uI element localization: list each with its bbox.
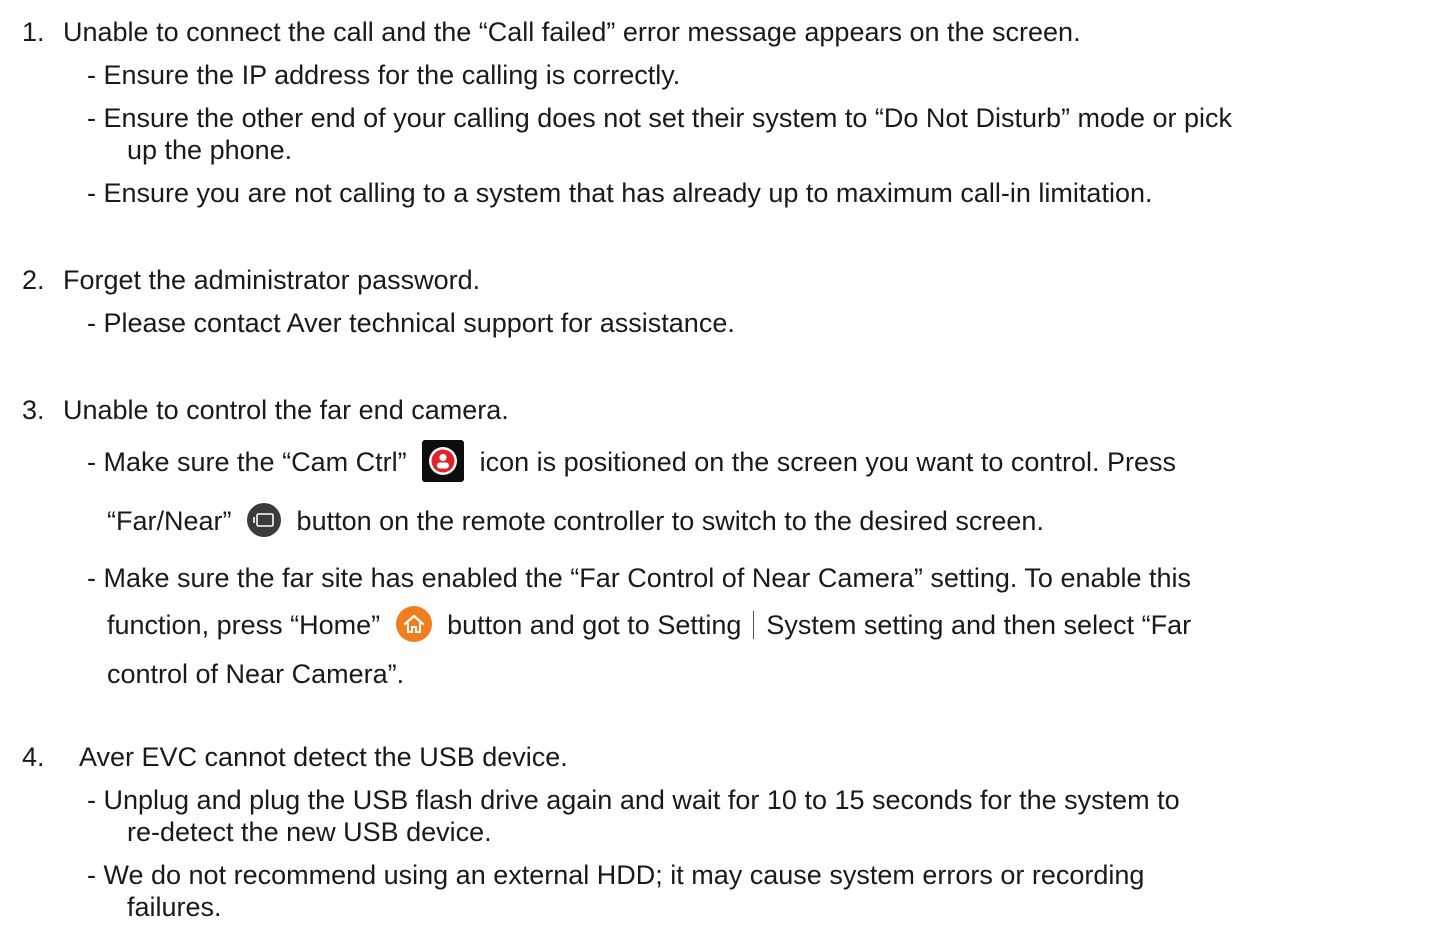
item-2-bullet-1: - Please contact Aver technical support …	[87, 308, 735, 338]
item-3-bullet-2-line-2-post: System setting and then select “Far	[766, 610, 1192, 641]
item-3-bullet-2-line-1: - Make sure the far site has enabled the…	[87, 563, 1192, 593]
item-1-number: 1.	[22, 17, 45, 47]
item-1-bullet-2-line-2: up the phone.	[127, 135, 293, 165]
path-separator	[753, 611, 755, 639]
cam-ctrl-icon	[422, 440, 465, 482]
item-3-bullet-1-line-1: - Make sure the “Cam Ctrl” icon is posit…	[87, 440, 1176, 485]
item-4-bullet-2-line-1: - We do not recommend using an external …	[87, 860, 1145, 890]
item-4-bullet-1-line-1: - Unplug and plug the USB flash drive ag…	[87, 785, 1180, 815]
item-1-title: Unable to connect the call and the “Call…	[63, 17, 1081, 47]
item-3-bullet-2-line-2-pre: function, press “Home”	[107, 610, 381, 641]
item-3-bullet-1-pre: - Make sure the “Cam Ctrl”	[87, 447, 407, 478]
item-1-bullet-3: - Ensure you are not calling to a system…	[87, 178, 1153, 208]
item-3-bullet-1-line-2: “Far/Near” button on the remote controll…	[107, 502, 1044, 540]
item-3-title: Unable to control the far end camera.	[63, 395, 509, 425]
item-4-number: 4.	[22, 742, 45, 772]
item-4-bullet-2-line-2: failures.	[127, 892, 222, 922]
item-3-bullet-1-post: icon is positioned on the screen you wan…	[479, 447, 1176, 478]
item-3-bullet-2-line-2: function, press “Home” button and got to…	[107, 606, 1192, 645]
home-icon	[395, 606, 432, 642]
item-4-title: Aver EVC cannot detect the USB device.	[79, 742, 568, 772]
item-4-bullet-1-line-2: re-detect the new USB device.	[127, 817, 492, 847]
item-3-bullet-1-line-2-pre: “Far/Near”	[107, 506, 232, 536]
item-3-bullet-2-line-3: control of Near Camera”.	[107, 659, 405, 689]
item-2-number: 2.	[22, 265, 45, 295]
far-near-icon	[247, 502, 282, 537]
item-1-bullet-2-line-1: - Ensure the other end of your calling d…	[87, 103, 1233, 133]
item-3-number: 3.	[22, 395, 45, 425]
item-2-title: Forget the administrator password.	[63, 265, 481, 295]
item-1-bullet-1: - Ensure the IP address for the calling …	[87, 60, 681, 90]
item-3-bullet-2-line-2-mid: button and got to Setting	[447, 610, 742, 641]
item-3-bullet-1-line-2-post: button on the remote controller to switc…	[296, 506, 1044, 536]
